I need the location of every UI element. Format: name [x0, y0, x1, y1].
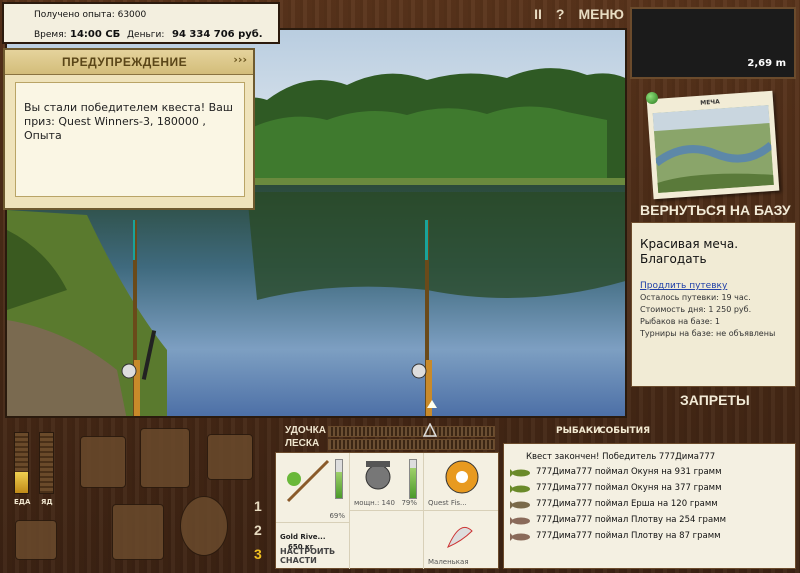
- tackle-slots: 69% мощн.: 140 79% Quest Fis... Gold Riv…: [275, 452, 499, 569]
- poison-label: ЯД: [41, 498, 53, 506]
- reel-icon: [365, 461, 391, 490]
- reel-slot[interactable]: мощн.: 140 79%: [350, 453, 424, 511]
- tools-icon[interactable]: [15, 520, 57, 560]
- info-line: Стоимость дня: 1 250 руб.: [640, 305, 752, 314]
- notebook-icon[interactable]: [207, 434, 253, 480]
- backpack-icon[interactable]: [140, 428, 190, 488]
- event-line: 777Дима777 поймал Плотву на 87 грамм: [536, 531, 721, 541]
- lure-slot[interactable]: Маленькая: [424, 511, 498, 569]
- line-spool-icon: [445, 460, 479, 494]
- bait-box-icon[interactable]: [112, 504, 164, 560]
- return-to-base-button[interactable]: ВЕРНУТЬСЯ НА БАЗУ: [640, 202, 791, 218]
- warning-dialog: ПРЕДУПРЕЖДЕНИЕ ››› Вы стали победителем …: [3, 48, 255, 210]
- reel-level: [409, 459, 417, 499]
- time-label: Время:: [34, 30, 67, 40]
- reel-level-fill: [410, 467, 416, 498]
- setup-tackle-button[interactable]: НАСТРОИТЬ СНАСТИ: [280, 547, 335, 565]
- location-photo: МЕЧА: [646, 90, 780, 200]
- time-value: 14:00 СБ: [70, 29, 121, 40]
- food-label: ЕДА: [14, 498, 31, 506]
- pin-icon: [646, 92, 658, 104]
- top-menu: II ? МЕНЮ: [534, 6, 624, 22]
- base-info-panel: Красивая меча. Благодать Продлить путевк…: [631, 222, 796, 387]
- rod-icon: [286, 459, 330, 503]
- depth-display: 2,69 m: [630, 7, 796, 79]
- info-line: Рыбаков на базе: 1: [640, 317, 720, 326]
- line-name: Quest Fis...: [428, 499, 467, 507]
- pause-button[interactable]: II: [534, 6, 542, 22]
- rod-label: УДОЧКА: [285, 425, 326, 436]
- money-label: Деньги:: [127, 30, 165, 40]
- line-tension-bar: [328, 439, 495, 450]
- info-line: Осталось путевки: 19 час.: [640, 293, 751, 302]
- hook-slot[interactable]: [350, 511, 424, 569]
- rod-tension-bar: [328, 426, 495, 437]
- rod-level: [335, 459, 343, 499]
- bans-button[interactable]: ЗАПРЕТЫ: [680, 392, 750, 408]
- food-gauge-fill: [15, 472, 28, 493]
- reel-power: мощн.: 140: [354, 499, 395, 507]
- tension-marker-icon: [423, 423, 437, 437]
- depth-value: 2,69 m: [747, 58, 786, 69]
- roach-icon: [510, 517, 530, 525]
- tackle-box-icon[interactable]: [80, 436, 126, 488]
- event-line: 777Дима777 поймал Окуня на 377 грамм: [536, 483, 722, 493]
- line-label: ЛЕСКА: [285, 438, 320, 449]
- extend-permit-link[interactable]: Продлить путевку: [640, 281, 727, 291]
- event-line: Квест закончен! Победитель 777Дима777: [526, 452, 716, 462]
- slot-number-1[interactable]: 1: [254, 498, 262, 514]
- roach-icon: [510, 533, 530, 541]
- fish-keeper-icon[interactable]: [180, 496, 228, 556]
- event-line: 777Дима777 поймал Ерша на 120 грамм: [536, 499, 718, 509]
- rod-info-slot[interactable]: Gold Rive... 650 кг НАСТРОИТЬ СНАСТИ: [276, 523, 350, 569]
- reel-percent: 79%: [401, 499, 417, 507]
- perch-icon: [510, 469, 530, 477]
- money-value: 94 334 706 руб.: [172, 29, 263, 40]
- rod-slot[interactable]: 69%: [276, 453, 350, 523]
- slot-number-3[interactable]: 3: [254, 546, 262, 562]
- warning-title: ПРЕДУПРЕЖДЕНИЕ: [62, 55, 188, 69]
- food-gauge: [14, 432, 29, 494]
- info-line: Турниры на базе: не объявлены: [640, 329, 776, 338]
- rod-percent: 69%: [329, 512, 345, 520]
- player-stats-panel: Получено опыта: 63000 Время: 14:00 СБ Де…: [2, 2, 280, 44]
- events-panel: Квест закончен! Победитель 777Дима777 77…: [503, 443, 796, 569]
- rod-level-fill: [336, 471, 342, 498]
- base-name: Красивая меча. Благодать: [640, 237, 739, 266]
- perch-icon: [510, 485, 530, 493]
- river-map-image: [652, 105, 774, 193]
- poison-gauge: [39, 432, 54, 494]
- ruffe-icon: [510, 501, 530, 509]
- rod-name: Gold Rive...: [280, 533, 326, 541]
- help-button[interactable]: ?: [556, 6, 565, 22]
- slot-number-2[interactable]: 2: [254, 522, 262, 538]
- tab-fishers[interactable]: РЫБАКИ: [556, 426, 601, 436]
- event-line: 777Дима777 поймал Плотву на 254 грамм: [536, 515, 726, 525]
- warning-message: Вы стали победителем квеста! Ваш приз: Q…: [15, 82, 245, 197]
- menu-button[interactable]: МЕНЮ: [578, 6, 624, 22]
- tab-events[interactable]: СОБЫТИЯ: [599, 426, 650, 436]
- event-line: 777Дима777 поймал Окуня на 931 грамм: [536, 467, 722, 477]
- line-slot[interactable]: Quest Fis...: [424, 453, 498, 511]
- collapse-arrows-icon[interactable]: ›››: [233, 53, 247, 66]
- lure-icon: [447, 527, 473, 548]
- warning-header: ПРЕДУПРЕЖДЕНИЕ ›››: [5, 50, 253, 75]
- lure-name: Маленькая: [428, 558, 469, 566]
- experience-text: Получено опыта: 63000: [34, 10, 147, 20]
